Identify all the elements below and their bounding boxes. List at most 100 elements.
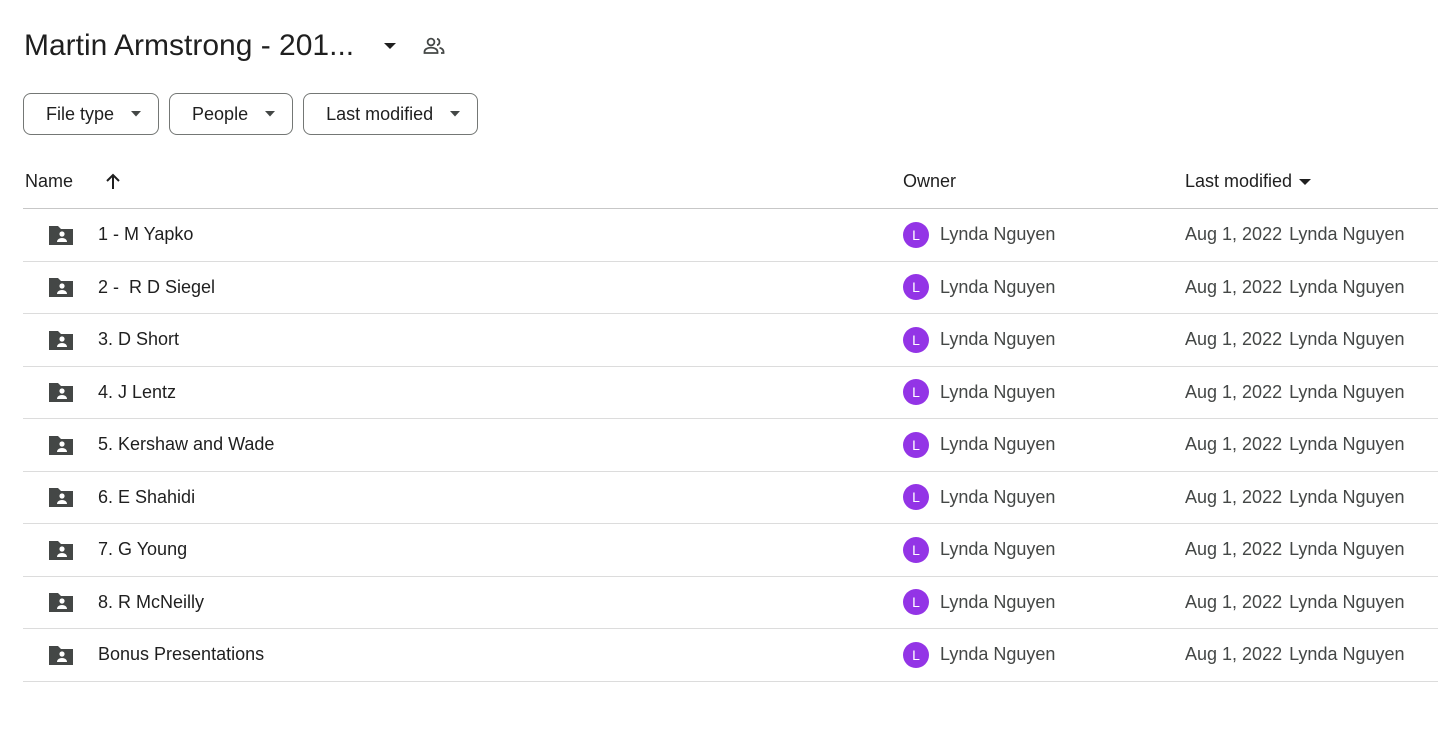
modified-by: Lynda Nguyen [1289, 276, 1405, 297]
modified-date: Aug 1, 2022 [1185, 591, 1283, 612]
file-name: 7. G Young [98, 539, 188, 560]
owner-cell: L Lynda Nguyen [903, 379, 1185, 406]
file-list-table: Name Owner Last modified 1 - M Yapko L L [23, 155, 1438, 682]
people-icon[interactable] [414, 26, 454, 66]
last-modified-cell: Aug 1, 2022 Lynda Nguyen [1185, 592, 1405, 613]
owner-name: Lynda Nguyen [940, 276, 1056, 297]
file-name: 4. J Lentz [98, 381, 177, 402]
modified-by: Lynda Nguyen [1289, 591, 1405, 612]
modified-date: Aug 1, 2022 [1185, 276, 1283, 297]
avatar: L [903, 221, 929, 248]
last-modified-cell: Aug 1, 2022 Lynda Nguyen [1185, 382, 1405, 403]
table-row[interactable]: 1 - M Yapko L Lynda Nguyen Aug 1, 2022 L… [23, 209, 1438, 262]
table-row[interactable]: 8. R McNeilly L Lynda Nguyen Aug 1, 2022… [23, 577, 1438, 629]
shared-folder-icon [47, 538, 75, 562]
last-modified-filter[interactable]: Last modified [303, 93, 479, 135]
modified-by: Lynda Nguyen [1289, 434, 1405, 455]
name-cell: 4. J Lentz [23, 380, 903, 404]
shared-folder-icon [47, 433, 75, 457]
modified-date: Aug 1, 2022 [1185, 486, 1283, 507]
shared-folder-icon [47, 328, 75, 352]
modified-by: Lynda Nguyen [1289, 329, 1405, 350]
modified-by: Lynda Nguyen [1289, 486, 1405, 507]
last-modified-cell: Aug 1, 2022 Lynda Nguyen [1185, 329, 1405, 350]
modified-date: Aug 1, 2022 [1185, 434, 1283, 455]
name-cell: 2 - R D Siegel [23, 275, 903, 299]
owner-name: Lynda Nguyen [940, 329, 1056, 350]
file-name: 1 - M Yapko [98, 224, 194, 245]
name-cell: 8. R McNeilly [23, 590, 903, 614]
owner-name: Lynda Nguyen [940, 591, 1056, 612]
shared-folder-icon [47, 380, 75, 404]
avatar: L [903, 431, 929, 458]
file-name: Bonus Presentations [98, 644, 265, 665]
arrow-drop-down-icon[interactable] [372, 28, 408, 64]
owner-cell: L Lynda Nguyen [903, 431, 1185, 458]
last-modified-cell: Aug 1, 2022 Lynda Nguyen [1185, 644, 1405, 665]
name-cell: Bonus Presentations [23, 643, 903, 667]
file-name: 3. D Short [98, 329, 180, 350]
owner-cell: L Lynda Nguyen [903, 536, 1185, 563]
name-cell: 5. Kershaw and Wade [23, 433, 903, 457]
table-body: 1 - M Yapko L Lynda Nguyen Aug 1, 2022 L… [23, 209, 1438, 682]
arrow-drop-down-icon [1299, 178, 1312, 185]
shared-folder-icon [47, 643, 75, 667]
file-type-filter[interactable]: File type [23, 93, 160, 135]
avatar: L [903, 379, 929, 406]
avatar: L [903, 274, 929, 301]
owner-cell: L Lynda Nguyen [903, 221, 1185, 248]
last-modified-cell: Aug 1, 2022 Lynda Nguyen [1185, 539, 1405, 560]
modified-by: Lynda Nguyen [1289, 644, 1405, 665]
shared-folder-icon [47, 485, 75, 509]
owner-name: Lynda Nguyen [940, 434, 1056, 455]
owner-cell: L Lynda Nguyen [903, 484, 1185, 511]
table-row[interactable]: Bonus Presentations L Lynda Nguyen Aug 1… [23, 629, 1438, 682]
file-name: 2 - R D Siegel [98, 276, 216, 297]
name-cell: 3. D Short [23, 328, 903, 352]
people-filter[interactable]: People [169, 93, 294, 135]
name-cell: 1 - M Yapko [23, 223, 903, 247]
name-cell: 7. G Young [23, 538, 903, 562]
owner-cell: L Lynda Nguyen [903, 274, 1185, 301]
table-row[interactable]: 6. E Shahidi L Lynda Nguyen Aug 1, 2022 … [23, 472, 1438, 524]
last-modified-column-label: Last modified [1185, 171, 1293, 191]
folder-title[interactable]: Martin Armstrong - 201... [24, 29, 354, 63]
modified-date: Aug 1, 2022 [1185, 644, 1283, 665]
name-column-label: Name [25, 171, 74, 191]
avatar: L [903, 536, 929, 563]
owner-cell: L Lynda Nguyen [903, 641, 1185, 668]
table-row[interactable]: 3. D Short L Lynda Nguyen Aug 1, 2022 Ly… [23, 314, 1438, 367]
modified-by: Lynda Nguyen [1289, 224, 1405, 245]
table-row[interactable]: 2 - R D Siegel L Lynda Nguyen Aug 1, 202… [23, 262, 1438, 314]
modified-date: Aug 1, 2022 [1185, 329, 1283, 350]
shared-folder-icon [47, 590, 75, 614]
avatar: L [903, 589, 929, 616]
file-name: 6. E Shahidi [98, 486, 196, 507]
last-modified-cell: Aug 1, 2022 Lynda Nguyen [1185, 487, 1405, 508]
avatar: L [903, 484, 929, 511]
file-name: 5. Kershaw and Wade [98, 434, 275, 455]
shared-folder-icon [47, 223, 75, 247]
arrow-drop-down-icon [130, 108, 142, 120]
filter-chips: File type People Last modified [23, 93, 479, 135]
table-row[interactable]: 5. Kershaw and Wade L Lynda Nguyen Aug 1… [23, 419, 1438, 472]
last-modified-filter-label: Last modified [326, 103, 434, 124]
table-header: Name Owner Last modified [23, 155, 1438, 209]
arrow-drop-down-icon [264, 108, 276, 120]
avatar: L [903, 326, 929, 353]
arrow-upward-icon[interactable] [101, 170, 125, 194]
owner-name: Lynda Nguyen [940, 381, 1056, 402]
last-modified-cell: Aug 1, 2022 Lynda Nguyen [1185, 277, 1405, 298]
arrow-drop-down-icon [449, 108, 461, 120]
table-row[interactable]: 7. G Young L Lynda Nguyen Aug 1, 2022 Ly… [23, 524, 1438, 577]
owner-cell: L Lynda Nguyen [903, 326, 1185, 353]
name-cell: 6. E Shahidi [23, 485, 903, 509]
modified-by: Lynda Nguyen [1289, 539, 1405, 560]
owner-cell: L Lynda Nguyen [903, 589, 1185, 616]
name-column-header[interactable]: Name [23, 170, 903, 194]
owner-name: Lynda Nguyen [940, 644, 1056, 665]
table-row[interactable]: 4. J Lentz L Lynda Nguyen Aug 1, 2022 Ly… [23, 367, 1438, 419]
last-modified-column-header[interactable]: Last modified [1185, 171, 1312, 192]
owner-column-header[interactable]: Owner [903, 171, 1185, 192]
owner-name: Lynda Nguyen [940, 486, 1056, 507]
